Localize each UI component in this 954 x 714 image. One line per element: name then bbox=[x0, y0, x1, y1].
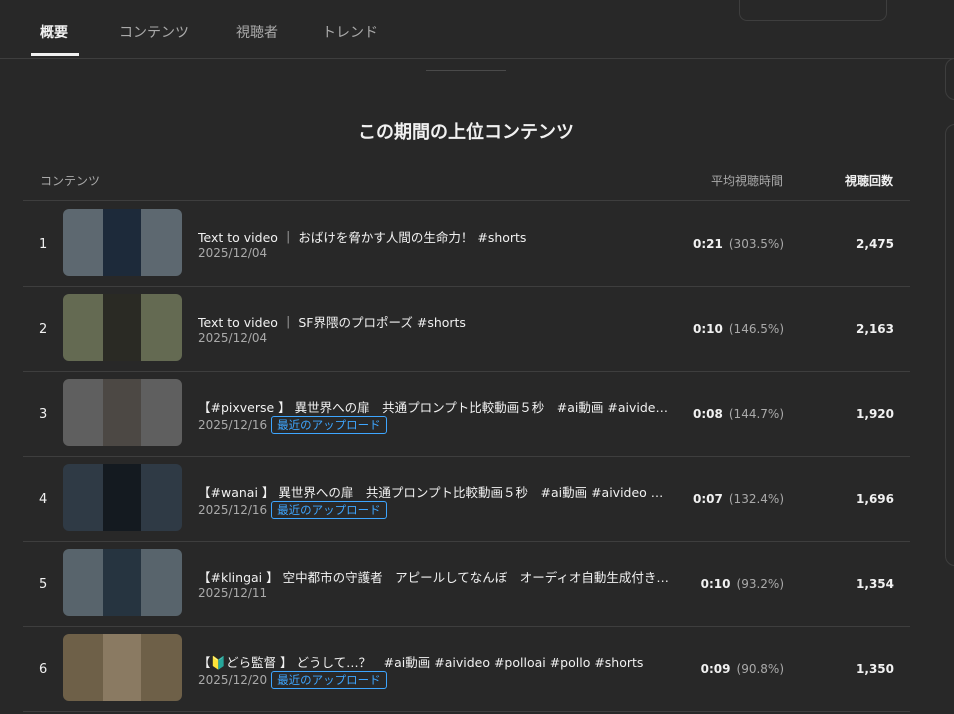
tab-overview[interactable]: 概要 bbox=[40, 22, 68, 42]
video-date: 2025/12/16 bbox=[198, 503, 268, 517]
divider bbox=[426, 70, 506, 71]
avg-watch-percent: (90.8%) bbox=[736, 662, 784, 676]
video-thumbnail[interactable] bbox=[63, 549, 182, 616]
video-date: 2025/12/16 bbox=[198, 418, 268, 432]
avg-watch-time: 0:21 (303.5%) bbox=[693, 237, 784, 251]
recent-upload-badge: 最近のアップロード bbox=[271, 501, 387, 519]
video-date: 2025/12/20 bbox=[198, 673, 268, 687]
recent-upload-badge: 最近のアップロード bbox=[271, 671, 387, 689]
avg-watch-time: 0:10 (93.2%) bbox=[701, 577, 784, 591]
video-meta: 2025/12/16 最近のアップロード bbox=[198, 501, 387, 519]
tab-content[interactable]: コンテンツ bbox=[119, 22, 189, 42]
row-rank: 5 bbox=[39, 577, 48, 592]
avg-watch-duration: 0:09 bbox=[700, 662, 731, 676]
right-panel-edge-lower bbox=[945, 124, 954, 566]
video-title[interactable]: Text to video ｜ SF界隈のプロポーズ #shorts bbox=[198, 312, 673, 331]
right-panel-edge bbox=[945, 58, 954, 100]
video-meta: 2025/12/04 bbox=[198, 246, 267, 260]
avg-watch-duration: 0:08 bbox=[693, 407, 723, 421]
video-meta: 2025/12/20 最近のアップロード bbox=[198, 671, 387, 689]
tab-audience[interactable]: 視聴者 bbox=[236, 22, 278, 42]
table-row[interactable]: 4 【#wanai 】 異世界への扉 共通プロンプト比較動画５秒 #ai動画 #a… bbox=[23, 456, 910, 542]
row-rank: 4 bbox=[39, 492, 48, 507]
table-row[interactable]: 3 【#pixverse 】 異世界への扉 共通プロンプト比較動画５秒 #ai動画… bbox=[23, 371, 910, 457]
avg-watch-duration: 0:21 bbox=[693, 237, 723, 251]
row-rank: 6 bbox=[39, 662, 48, 677]
avg-watch-duration: 0:10 bbox=[693, 322, 723, 336]
video-thumbnail[interactable] bbox=[63, 634, 182, 701]
video-title[interactable]: 【#wanai 】 異世界への扉 共通プロンプト比較動画５秒 #ai動画 #ai… bbox=[198, 482, 673, 501]
video-thumbnail[interactable] bbox=[63, 464, 182, 531]
section-title: この期間の上位コンテンツ bbox=[358, 122, 574, 143]
table-row[interactable]: 2 Text to video ｜ SF界隈のプロポーズ #shorts 2025/… bbox=[23, 286, 910, 372]
video-title[interactable]: 【🔰どら監督 】 どうして…？ #ai動画 #aivideo #polloai … bbox=[198, 652, 673, 671]
thumbnail-frame bbox=[103, 379, 141, 446]
video-thumbnail[interactable] bbox=[63, 379, 182, 446]
video-meta: 2025/12/16 最近のアップロード bbox=[198, 416, 387, 434]
column-header-content: コンテンツ bbox=[40, 174, 101, 188]
recent-upload-badge: 最近のアップロード bbox=[271, 416, 387, 434]
active-tab-indicator bbox=[31, 53, 79, 56]
view-count: 1,350 bbox=[856, 662, 894, 676]
thumbnail-frame bbox=[103, 634, 141, 701]
video-date: 2025/12/11 bbox=[198, 586, 268, 600]
view-count: 1,920 bbox=[856, 407, 894, 421]
avg-watch-percent: (93.2%) bbox=[736, 577, 784, 591]
table-row[interactable]: 5 【#klingai 】 空中都市の守護者 アピールしてなんぼ オーディオ自動生… bbox=[23, 541, 910, 627]
avg-watch-percent: (144.7%) bbox=[728, 407, 784, 421]
video-date: 2025/12/04 bbox=[198, 331, 268, 345]
video-thumbnail[interactable] bbox=[63, 294, 182, 361]
video-meta: 2025/12/04 bbox=[198, 331, 267, 345]
video-date: 2025/12/04 bbox=[198, 246, 268, 260]
tab-trends[interactable]: トレンド bbox=[322, 22, 378, 42]
video-title[interactable]: 【#pixverse 】 異世界への扉 共通プロンプト比較動画５秒 #ai動画 … bbox=[198, 397, 673, 416]
avg-watch-duration: 0:10 bbox=[700, 577, 731, 591]
video-thumbnail[interactable] bbox=[63, 209, 182, 276]
avg-watch-time: 0:08 (144.7%) bbox=[693, 407, 784, 421]
row-rank: 3 bbox=[39, 407, 48, 422]
avg-watch-percent: (132.4%) bbox=[728, 492, 784, 506]
avg-watch-time: 0:10 (146.5%) bbox=[693, 322, 784, 336]
video-title[interactable]: Text to video ｜ おばけを脅かす人間の生命力！ #shorts bbox=[198, 227, 673, 246]
avg-watch-time: 0:07 (132.4%) bbox=[693, 492, 784, 506]
thumbnail-frame bbox=[103, 294, 141, 361]
avg-watch-time: 0:09 (90.8%) bbox=[701, 662, 784, 676]
thumbnail-frame bbox=[103, 209, 141, 276]
avg-watch-percent: (146.5%) bbox=[728, 322, 784, 336]
table-row[interactable]: 6 【🔰どら監督 】 どうして…？ #ai動画 #aivideo #polloai… bbox=[23, 626, 910, 712]
video-meta: 2025/12/11 bbox=[198, 586, 267, 600]
column-header-avg-watch-time[interactable]: 平均視聴時間 bbox=[711, 172, 783, 189]
view-count: 1,696 bbox=[856, 492, 894, 506]
thumbnail-frame bbox=[103, 464, 141, 531]
view-count: 1,354 bbox=[856, 577, 894, 591]
row-rank: 2 bbox=[39, 322, 48, 337]
view-count: 2,163 bbox=[856, 322, 894, 336]
avg-watch-duration: 0:07 bbox=[693, 492, 723, 506]
top-control-box bbox=[739, 0, 887, 21]
view-count: 2,475 bbox=[856, 237, 894, 251]
avg-watch-percent: (303.5%) bbox=[728, 237, 784, 251]
thumbnail-frame bbox=[103, 549, 141, 616]
row-rank: 1 bbox=[39, 237, 48, 252]
video-title[interactable]: 【#klingai 】 空中都市の守護者 アピールしてなんぼ オーディオ自動生成… bbox=[198, 567, 673, 586]
column-header-views[interactable]: 視聴回数 bbox=[845, 172, 893, 189]
table-row[interactable]: 1 Text to video ｜ おばけを脅かす人間の生命力！ #shorts 2… bbox=[23, 201, 910, 287]
